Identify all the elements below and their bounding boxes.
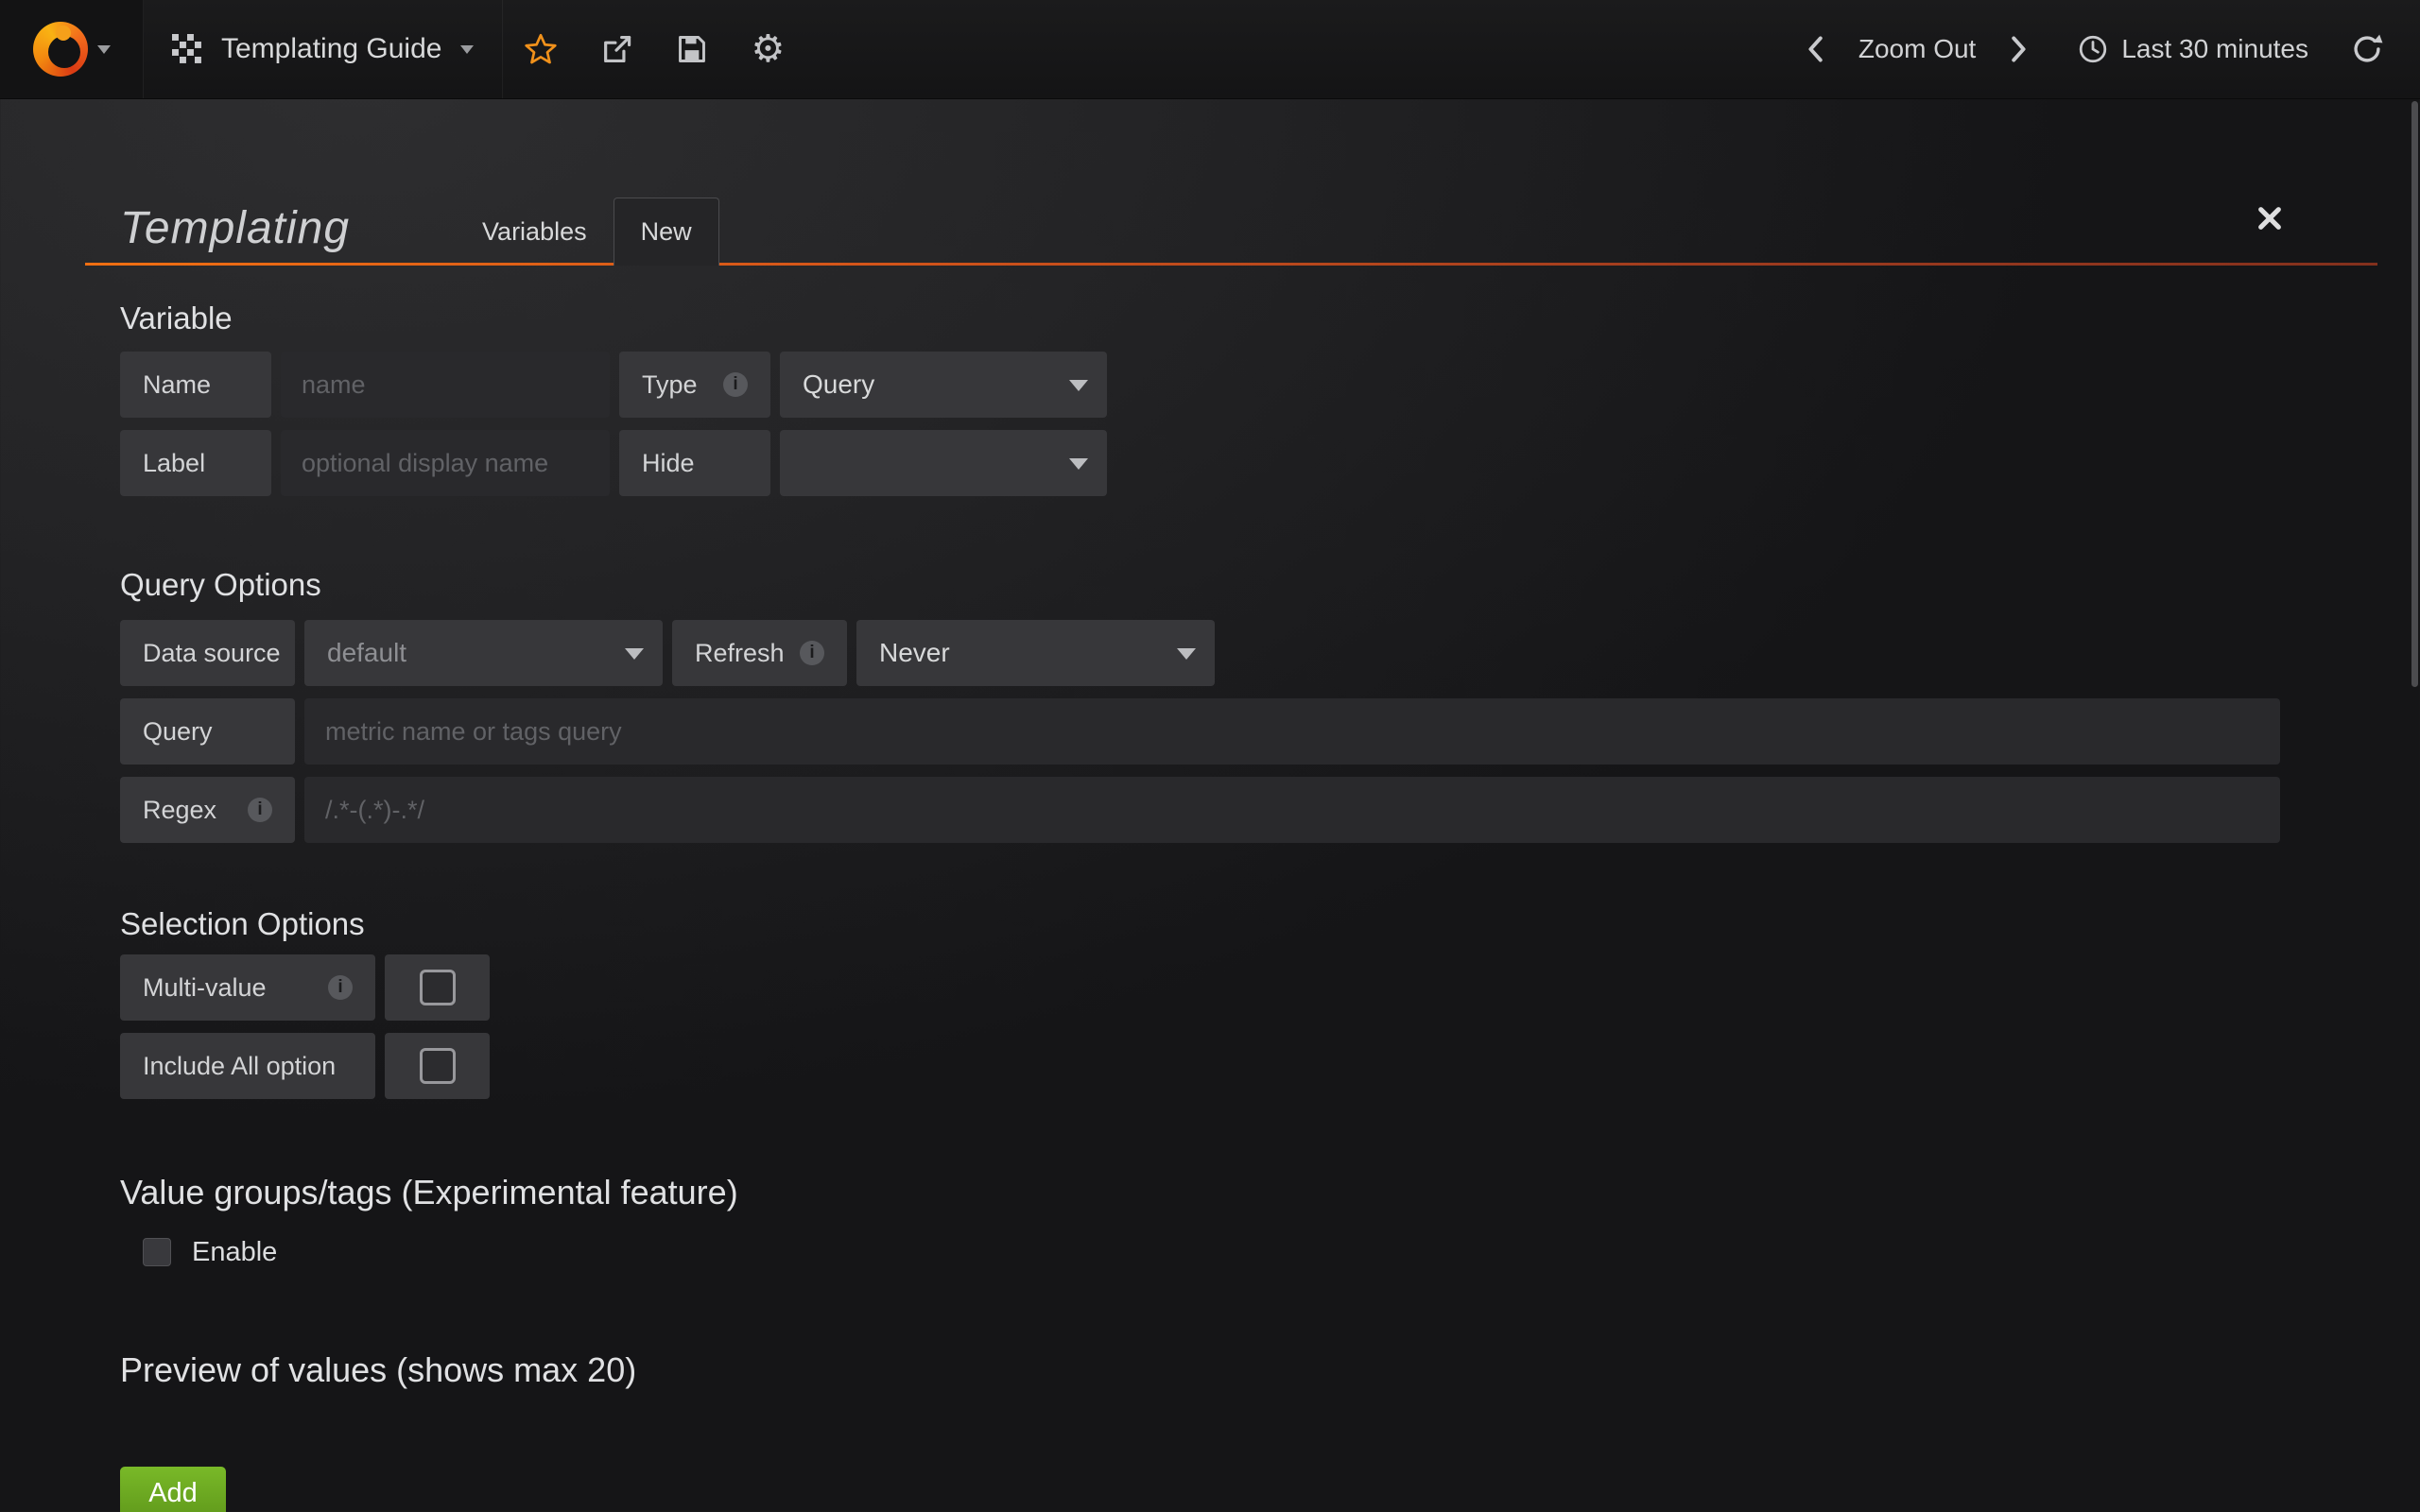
regex-label-text: Regex <box>143 796 216 825</box>
query-row: Query <box>120 698 2280 765</box>
grafana-logo-icon <box>33 22 88 77</box>
tab-new[interactable]: New <box>614 198 719 266</box>
type-select-value: Query <box>803 369 874 400</box>
label-label: Label <box>120 430 271 496</box>
settings-button[interactable]: ⚙ <box>730 0 805 98</box>
page-title: Templating <box>120 202 350 254</box>
chevron-down-icon <box>1069 458 1088 470</box>
time-shift-back-button[interactable] <box>1781 0 1849 98</box>
chevron-down-icon <box>460 45 474 54</box>
save-button[interactable] <box>654 0 730 98</box>
tabs: Variables New <box>456 180 719 266</box>
dashboard-grid-icon <box>172 34 202 64</box>
time-range-label: Last 30 minutes <box>2121 34 2308 64</box>
refresh-label: Refresh i <box>672 620 847 686</box>
type-label: Type i <box>619 352 770 418</box>
include-all-label: Include All option <box>120 1033 375 1099</box>
value-groups-heading: Value groups/tags (Experimental feature) <box>120 1173 2280 1212</box>
data-source-select[interactable]: default <box>304 620 663 686</box>
variable-name-input[interactable] <box>281 352 610 418</box>
enable-checkbox[interactable] <box>143 1238 171 1266</box>
query-label: Query <box>120 698 295 765</box>
templating-editor: Templating Variables New Variable Name T… <box>0 180 2420 1512</box>
refresh-select[interactable]: Never <box>856 620 1215 686</box>
preview-heading: Preview of values (shows max 20) <box>120 1350 2280 1390</box>
dashboard-title-button[interactable]: Templating Guide <box>144 0 503 98</box>
variable-label-row: Label Hide <box>120 430 2280 496</box>
enable-row: Enable <box>143 1231 2280 1273</box>
regex-input[interactable] <box>304 777 2280 843</box>
datasource-row: Data source default Refresh i Never <box>120 620 2280 686</box>
gear-icon: ⚙ <box>752 30 786 68</box>
type-label-text: Type <box>642 370 698 400</box>
templating-header: Templating Variables New <box>85 180 2377 266</box>
query-input[interactable] <box>304 698 2280 765</box>
top-navbar: Templating Guide ⚙ <box>0 0 2420 99</box>
chevron-down-icon <box>1177 648 1196 660</box>
variable-section-heading: Variable <box>120 301 2280 336</box>
info-icon[interactable]: i <box>723 372 748 397</box>
clock-icon <box>2078 34 2108 64</box>
checkbox-unchecked-icon <box>420 970 456 1005</box>
refresh-label-text: Refresh <box>695 639 785 668</box>
refresh-select-value: Never <box>879 638 950 668</box>
regex-row: Regex i <box>120 777 2280 843</box>
name-label: Name <box>120 352 271 418</box>
hide-label: Hide <box>619 430 770 496</box>
query-options-heading: Query Options <box>120 567 2280 603</box>
dashboard-title: Templating Guide <box>221 33 441 65</box>
chevron-down-icon <box>1069 380 1088 391</box>
checkbox-unchecked-icon <box>420 1048 456 1084</box>
time-range-button[interactable]: Last 30 minutes <box>2053 0 2333 98</box>
include-all-row: Include All option <box>120 1033 2280 1099</box>
close-icon[interactable] <box>2256 205 2283 232</box>
scrollbar-thumb[interactable] <box>2411 101 2418 687</box>
multi-value-label: Multi-value i <box>120 954 375 1021</box>
time-shift-forward-button[interactable] <box>1985 0 2053 98</box>
variable-label-input[interactable] <box>281 430 610 496</box>
star-icon <box>525 33 557 65</box>
zoom-out-button[interactable]: Zoom Out <box>1849 0 1985 98</box>
chevron-down-icon <box>97 45 111 54</box>
chevron-down-icon <box>625 648 644 660</box>
zoom-out-label: Zoom Out <box>1858 34 1976 64</box>
info-icon[interactable]: i <box>248 798 272 822</box>
tab-variables[interactable]: Variables <box>456 198 614 266</box>
type-select[interactable]: Query <box>780 352 1107 418</box>
hide-select[interactable] <box>780 430 1107 496</box>
selection-options-heading: Selection Options <box>120 906 2280 942</box>
include-all-checkbox[interactable] <box>385 1033 490 1099</box>
add-button[interactable]: Add <box>120 1467 226 1512</box>
variable-name-row: Name Type i Query <box>120 352 2280 418</box>
refresh-icon <box>2351 33 2383 65</box>
save-icon <box>676 33 708 65</box>
chevron-left-icon <box>1804 35 1826 63</box>
refresh-button[interactable] <box>2333 0 2401 98</box>
star-button[interactable] <box>503 0 579 98</box>
enable-label: Enable <box>192 1237 277 1268</box>
chevron-right-icon <box>2008 35 2031 63</box>
share-button[interactable] <box>579 0 654 98</box>
info-icon[interactable]: i <box>800 641 824 665</box>
data-source-label: Data source <box>120 620 295 686</box>
data-source-select-value: default <box>327 638 406 668</box>
multi-value-label-text: Multi-value <box>143 973 267 1003</box>
info-icon[interactable]: i <box>328 975 353 1000</box>
multi-value-row: Multi-value i <box>120 954 2280 1021</box>
regex-label: Regex i <box>120 777 295 843</box>
share-icon <box>600 33 632 65</box>
grafana-menu-button[interactable] <box>0 0 144 98</box>
multi-value-checkbox[interactable] <box>385 954 490 1021</box>
